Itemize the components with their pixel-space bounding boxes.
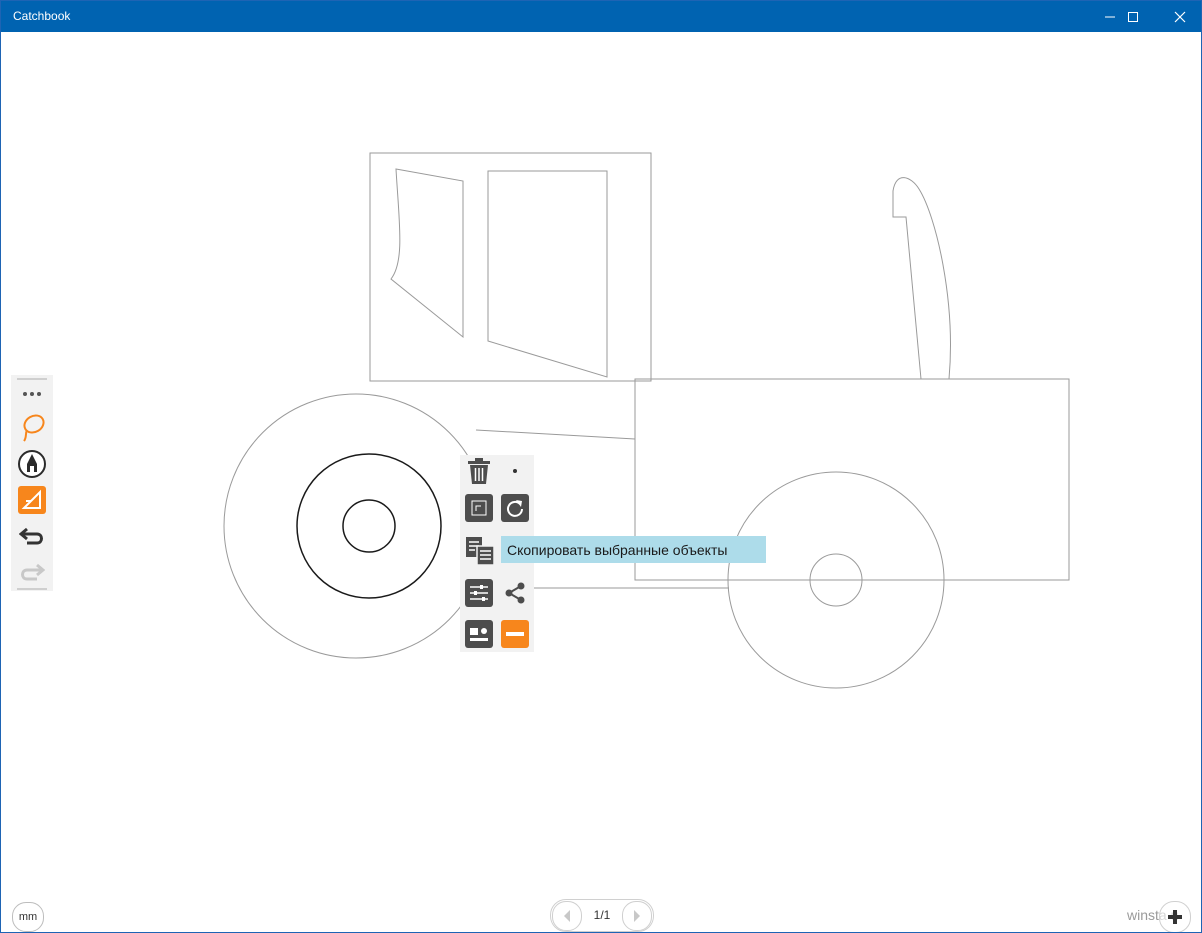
pen-icon <box>18 450 46 478</box>
sliders-icon <box>465 579 493 607</box>
redo-button[interactable] <box>16 556 48 588</box>
dot-icon <box>513 469 517 473</box>
rear-wheel-selected-rim <box>296 453 442 599</box>
copy-button[interactable] <box>464 535 496 567</box>
chevron-left-icon <box>564 910 570 922</box>
rotate-icon <box>501 494 529 522</box>
prev-page-button[interactable] <box>552 901 582 931</box>
undo-button[interactable] <box>16 520 48 552</box>
more-options-button[interactable] <box>16 378 48 410</box>
trash-icon <box>468 458 490 484</box>
page-navigator: 1/1 <box>550 899 654 932</box>
drawing-canvas[interactable]: Скопировать выбранные объекты mm 1/1 win… <box>1 32 1201 932</box>
lasso-icon <box>23 414 45 442</box>
toolbar-divider-bottom <box>17 588 47 590</box>
cab-right-window <box>487 170 608 378</box>
copy-tooltip: Скопировать выбранные объекты <box>501 536 766 563</box>
connector-line <box>475 429 636 440</box>
redo-icon <box>21 563 45 581</box>
transform-icon <box>465 494 493 522</box>
tractor-drawing <box>223 152 1070 689</box>
close-button[interactable] <box>1157 1 1201 32</box>
cab-outline <box>369 152 652 382</box>
exhaust-pipe <box>892 177 951 380</box>
share-button[interactable] <box>501 579 529 607</box>
ruler-tool-button[interactable] <box>16 484 48 516</box>
line-style-button[interactable] <box>501 620 529 648</box>
window-title: Catchbook <box>13 9 71 23</box>
card-icon <box>465 620 493 648</box>
maximize-button[interactable] <box>1110 1 1156 32</box>
ruler-icon <box>18 486 46 514</box>
title-bar[interactable]: Catchbook <box>1 1 1201 32</box>
undo-icon <box>19 527 43 545</box>
rear-wheel-outer <box>223 393 489 659</box>
plus-icon <box>1168 910 1182 924</box>
units-button[interactable]: mm <box>12 902 44 932</box>
dot-button[interactable] <box>501 457 529 485</box>
ellipsis-icon <box>23 392 41 396</box>
copy-icon <box>466 537 495 566</box>
transform-button[interactable] <box>465 494 493 522</box>
chevron-right-icon <box>634 910 640 922</box>
delete-button[interactable] <box>465 457 493 485</box>
rotate-button[interactable] <box>501 494 529 522</box>
lasso-tool-button[interactable] <box>16 412 48 444</box>
next-page-button[interactable] <box>622 901 652 931</box>
card-button[interactable] <box>465 620 493 648</box>
page-label: 1/1 <box>593 908 611 922</box>
close-icon <box>1174 11 1186 22</box>
add-page-button[interactable] <box>1159 901 1191 932</box>
pen-tool-button[interactable] <box>16 448 48 480</box>
properties-button[interactable] <box>465 579 493 607</box>
cab-left-window <box>390 168 464 339</box>
app-window: Catchbook Скопировать выбранные объекты … <box>0 0 1202 933</box>
rear-wheel-selected-hub <box>342 499 396 553</box>
left-toolbar <box>11 375 53 591</box>
maximize-icon <box>1128 11 1138 22</box>
line-icon <box>501 620 529 648</box>
share-icon <box>505 582 525 604</box>
